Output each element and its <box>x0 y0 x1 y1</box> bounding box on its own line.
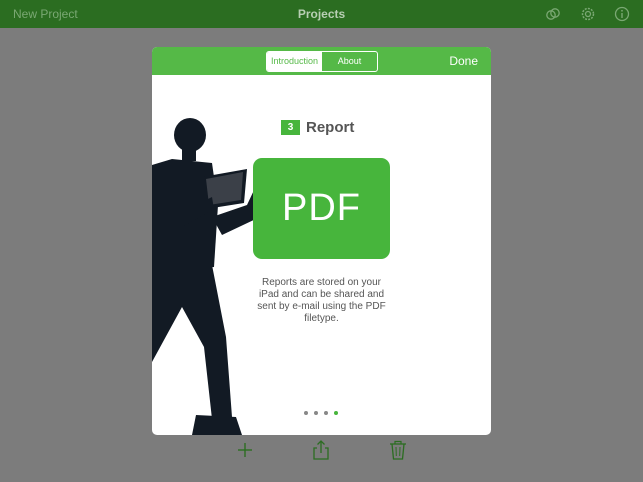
tab-introduction[interactable]: Introduction <box>267 52 322 71</box>
page-indicator[interactable] <box>304 411 338 415</box>
intro-modal: Introduction About Done 3 Report PDF Rep… <box>152 47 491 435</box>
plus-icon[interactable] <box>236 440 254 460</box>
description-text: Reports are stored on your iPad and can … <box>257 277 386 324</box>
gear-icon[interactable] <box>580 6 596 22</box>
page-dot-4[interactable] <box>334 411 338 415</box>
share-icon[interactable] <box>312 440 330 460</box>
tab-about[interactable]: About <box>322 52 377 71</box>
page-dot-3[interactable] <box>324 411 328 415</box>
link-icon[interactable] <box>545 6 561 22</box>
trash-icon[interactable] <box>389 440 407 460</box>
pdf-tile: PDF <box>253 158 390 259</box>
modal-header: Introduction About Done <box>152 47 491 75</box>
section-heading: 3 Report <box>281 119 354 136</box>
section-title: Report <box>306 119 355 136</box>
page-dot-1[interactable] <box>304 411 308 415</box>
segmented-control: Introduction About <box>266 51 378 72</box>
step-number-badge: 3 <box>281 120 300 135</box>
navigation-bar: New Project Projects <box>0 0 643 28</box>
page-dot-2[interactable] <box>314 411 318 415</box>
info-icon[interactable] <box>614 6 630 22</box>
done-button[interactable]: Done <box>449 54 478 68</box>
